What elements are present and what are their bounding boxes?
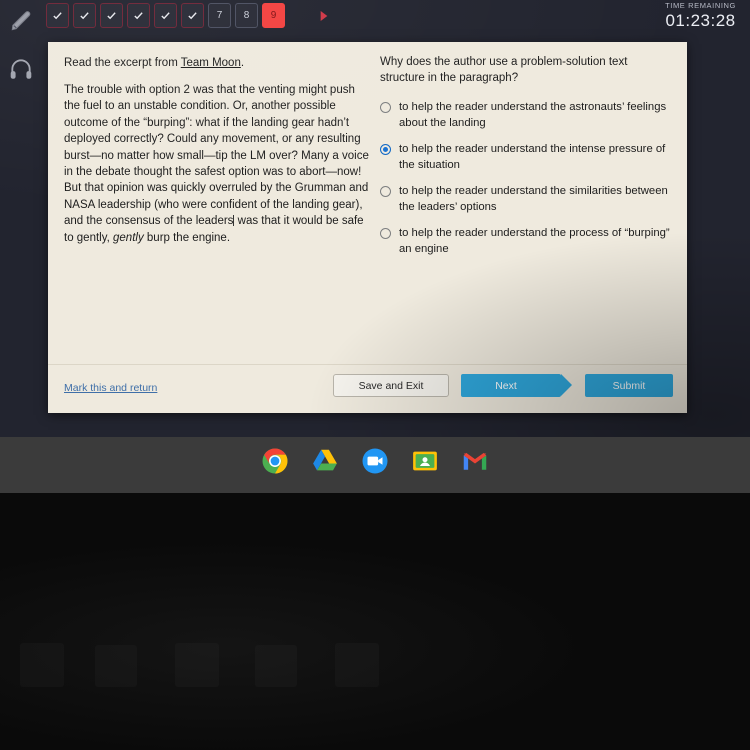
answer-option-2[interactable]: to help the reader understand the intens… bbox=[380, 142, 672, 173]
arrow-right-icon[interactable] bbox=[317, 8, 331, 24]
radio-button-1[interactable] bbox=[380, 102, 391, 113]
passage-body-part1: The trouble with option 2 was that the v… bbox=[64, 84, 369, 228]
passage-body-part3: burp the engine. bbox=[143, 231, 231, 244]
answer-option-3-label: to help the reader understand the simila… bbox=[399, 185, 668, 213]
next-button[interactable]: Next bbox=[461, 374, 572, 397]
chromeos-shelf bbox=[0, 437, 750, 493]
google-meet-icon[interactable] bbox=[360, 446, 390, 476]
tool-rail bbox=[0, 0, 42, 437]
question-button-1[interactable] bbox=[46, 3, 69, 28]
footer-buttons: Save and Exit Next Submit bbox=[333, 374, 673, 397]
quiz-card: Read the excerpt from Team Moon. The tro… bbox=[48, 42, 687, 413]
answer-option-4[interactable]: to help the reader understand the proces… bbox=[380, 226, 672, 257]
question-button-5[interactable] bbox=[154, 3, 177, 28]
answer-option-4-label: to help the reader understand the proces… bbox=[399, 227, 670, 255]
radio-button-2[interactable] bbox=[380, 144, 391, 155]
question-text: Why does the author use a problem-soluti… bbox=[380, 56, 628, 84]
radio-button-3[interactable] bbox=[380, 186, 391, 197]
question-button-3[interactable] bbox=[100, 3, 123, 28]
timer-value: 01:23:28 bbox=[665, 11, 736, 30]
quiz-card-body: Read the excerpt from Team Moon. The tro… bbox=[48, 42, 687, 364]
laptop-photo: 7 8 9 TIME REMAINING 01:23:28 Read the e… bbox=[0, 0, 750, 750]
timer-label: TIME REMAINING bbox=[665, 1, 736, 10]
passage-body-emphasis: gently bbox=[113, 231, 144, 244]
save-and-exit-button[interactable]: Save and Exit bbox=[333, 374, 449, 397]
quiz-card-footer: Mark this and return Save and Exit Next … bbox=[48, 364, 687, 413]
question-button-4[interactable] bbox=[127, 3, 150, 28]
passage-prompt-before: Read the excerpt from bbox=[64, 57, 181, 69]
mark-this-and-return-link[interactable]: Mark this and return bbox=[64, 382, 157, 394]
question-navigator: 7 8 9 bbox=[46, 3, 331, 28]
top-bar: 7 8 9 TIME REMAINING 01:23:28 bbox=[42, 0, 750, 36]
question-button-8[interactable]: 8 bbox=[235, 3, 258, 28]
passage-title-link[interactable]: Team Moon bbox=[181, 57, 241, 69]
question-button-9[interactable]: 9 bbox=[262, 3, 285, 28]
headphones-icon[interactable] bbox=[8, 56, 34, 82]
submit-button[interactable]: Submit bbox=[585, 374, 673, 397]
gmail-icon[interactable] bbox=[460, 446, 490, 476]
question-button-2[interactable] bbox=[73, 3, 96, 28]
google-drive-icon[interactable] bbox=[310, 446, 340, 476]
answer-option-3[interactable]: to help the reader understand the simila… bbox=[380, 184, 672, 215]
answer-option-2-label: to help the reader understand the intens… bbox=[399, 143, 666, 171]
passage-prompt: Read the excerpt from Team Moon. bbox=[64, 56, 372, 71]
google-classroom-icon[interactable] bbox=[410, 446, 440, 476]
timer: TIME REMAINING 01:23:28 bbox=[665, 1, 736, 31]
question-column: Why does the author use a problem-soluti… bbox=[380, 55, 672, 268]
radio-button-4[interactable] bbox=[380, 228, 391, 239]
shelf-icon-list bbox=[0, 446, 750, 476]
passage-text: The trouble with option 2 was that the v… bbox=[64, 82, 372, 246]
keyboard-deck bbox=[0, 493, 750, 750]
question-button-7[interactable]: 7 bbox=[208, 3, 231, 28]
question-button-6[interactable] bbox=[181, 3, 204, 28]
quiz-app-screen: 7 8 9 TIME REMAINING 01:23:28 Read the e… bbox=[0, 0, 750, 437]
answer-option-1-label: to help the reader understand the astron… bbox=[399, 101, 667, 129]
passage-prompt-after: . bbox=[240, 57, 245, 69]
chrome-icon[interactable] bbox=[260, 446, 290, 476]
highlighter-icon[interactable] bbox=[8, 8, 34, 34]
passage-column: Read the excerpt from Team Moon. The tro… bbox=[64, 56, 372, 246]
answer-option-1[interactable]: to help the reader understand the astron… bbox=[380, 100, 672, 131]
